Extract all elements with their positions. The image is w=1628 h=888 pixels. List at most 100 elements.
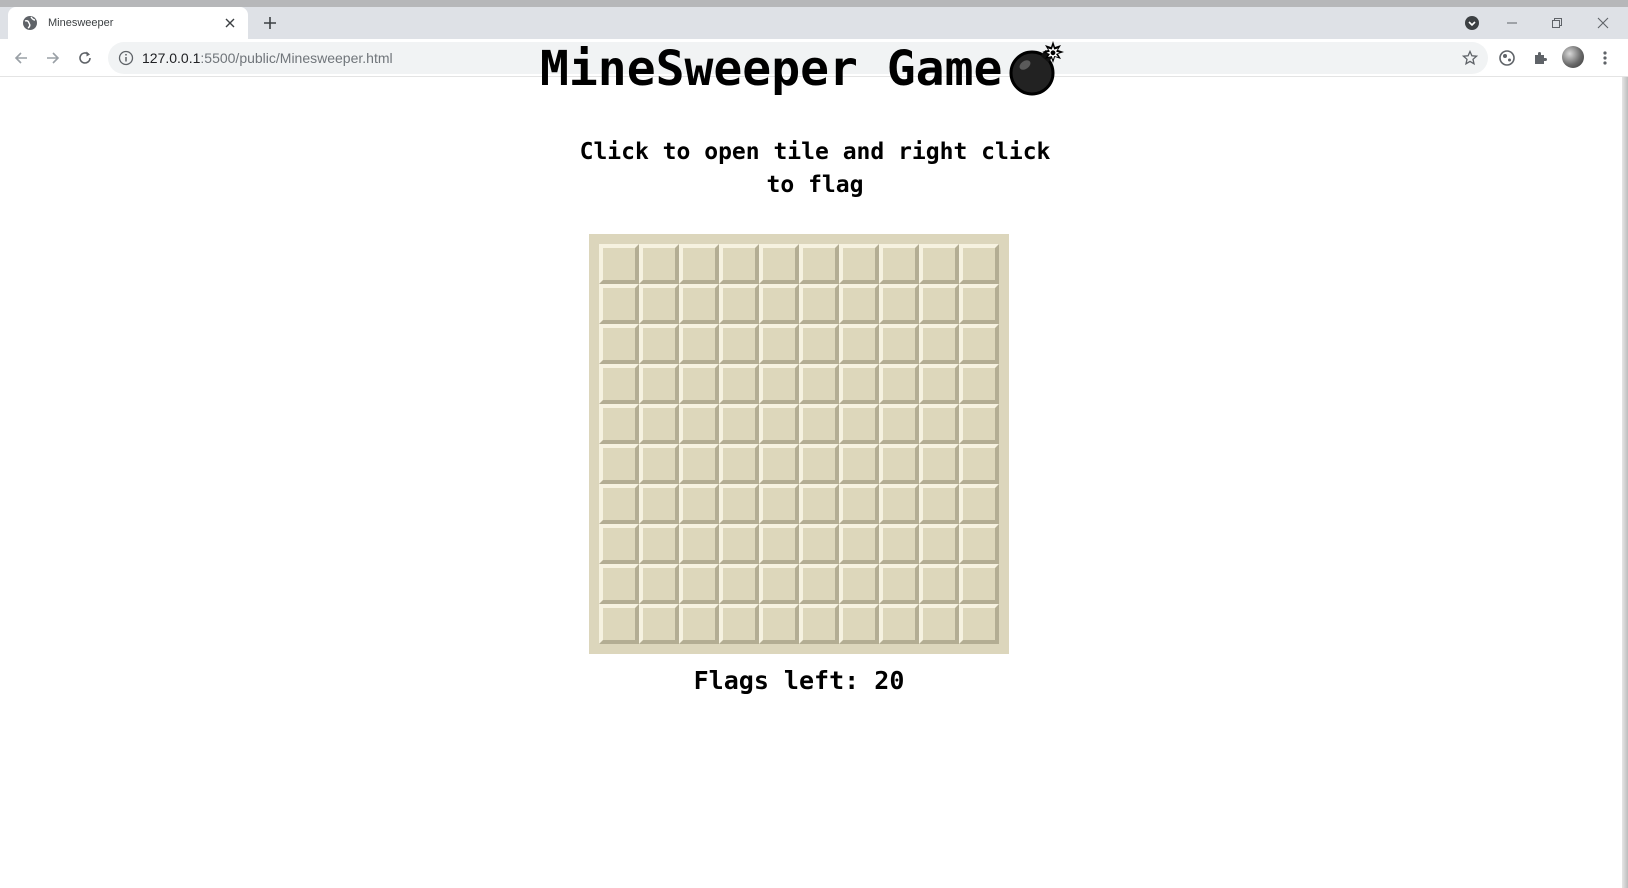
board-tile[interactable] bbox=[679, 404, 719, 444]
board-tile[interactable] bbox=[639, 284, 679, 324]
board-tile[interactable] bbox=[879, 324, 919, 364]
board-tile[interactable] bbox=[719, 484, 759, 524]
board-tile[interactable] bbox=[599, 524, 639, 564]
board-tile[interactable] bbox=[839, 284, 879, 324]
board-tile[interactable] bbox=[959, 244, 999, 284]
board-tile[interactable] bbox=[919, 524, 959, 564]
board-tile[interactable] bbox=[759, 244, 799, 284]
board-tile[interactable] bbox=[839, 524, 879, 564]
board-tile[interactable] bbox=[719, 404, 759, 444]
board-tile[interactable] bbox=[639, 564, 679, 604]
board-tile[interactable] bbox=[799, 564, 839, 604]
board-tile[interactable] bbox=[679, 524, 719, 564]
board-tile[interactable] bbox=[879, 444, 919, 484]
board-tile[interactable] bbox=[759, 444, 799, 484]
board-tile[interactable] bbox=[919, 444, 959, 484]
board-tile[interactable] bbox=[919, 564, 959, 604]
board-tile[interactable] bbox=[879, 364, 919, 404]
board-tile[interactable] bbox=[679, 364, 719, 404]
browser-menu-icon[interactable] bbox=[1594, 47, 1616, 69]
board-tile[interactable] bbox=[799, 284, 839, 324]
board-tile[interactable] bbox=[679, 284, 719, 324]
board-tile[interactable] bbox=[839, 564, 879, 604]
board-tile[interactable] bbox=[839, 404, 879, 444]
board-tile[interactable] bbox=[759, 404, 799, 444]
board-tile[interactable] bbox=[839, 244, 879, 284]
board-tile[interactable] bbox=[919, 404, 959, 444]
board-tile[interactable] bbox=[919, 364, 959, 404]
board-tile[interactable] bbox=[719, 444, 759, 484]
board-tile[interactable] bbox=[719, 564, 759, 604]
board-tile[interactable] bbox=[719, 604, 759, 644]
board-tile[interactable] bbox=[959, 604, 999, 644]
tab-search-button[interactable] bbox=[1462, 13, 1482, 33]
board-tile[interactable] bbox=[639, 524, 679, 564]
board-tile[interactable] bbox=[839, 604, 879, 644]
board-tile[interactable] bbox=[599, 444, 639, 484]
info-icon[interactable] bbox=[118, 50, 134, 66]
board-tile[interactable] bbox=[599, 404, 639, 444]
board-tile[interactable] bbox=[879, 404, 919, 444]
board-tile[interactable] bbox=[959, 484, 999, 524]
board-tile[interactable] bbox=[799, 524, 839, 564]
board-tile[interactable] bbox=[759, 604, 799, 644]
board-tile[interactable] bbox=[599, 564, 639, 604]
reload-button[interactable] bbox=[74, 47, 96, 69]
board-tile[interactable] bbox=[799, 444, 839, 484]
board-tile[interactable] bbox=[639, 444, 679, 484]
board-tile[interactable] bbox=[679, 444, 719, 484]
forward-button[interactable] bbox=[42, 47, 64, 69]
board-tile[interactable] bbox=[759, 524, 799, 564]
back-button[interactable] bbox=[10, 47, 32, 69]
board-tile[interactable] bbox=[719, 244, 759, 284]
board-tile[interactable] bbox=[959, 564, 999, 604]
board-tile[interactable] bbox=[759, 284, 799, 324]
board-tile[interactable] bbox=[719, 524, 759, 564]
board-tile[interactable] bbox=[679, 484, 719, 524]
board-tile[interactable] bbox=[639, 404, 679, 444]
close-window-button[interactable] bbox=[1593, 13, 1613, 33]
board-tile[interactable] bbox=[679, 564, 719, 604]
board-tile[interactable] bbox=[919, 604, 959, 644]
board-tile[interactable] bbox=[919, 484, 959, 524]
restore-button[interactable] bbox=[1547, 13, 1567, 33]
board-tile[interactable] bbox=[799, 364, 839, 404]
board-tile[interactable] bbox=[919, 244, 959, 284]
board-tile[interactable] bbox=[839, 484, 879, 524]
close-tab-icon[interactable] bbox=[222, 15, 238, 31]
board-tile[interactable] bbox=[759, 564, 799, 604]
board-tile[interactable] bbox=[959, 524, 999, 564]
board-tile[interactable] bbox=[799, 244, 839, 284]
board-tile[interactable] bbox=[839, 444, 879, 484]
board-tile[interactable] bbox=[599, 364, 639, 404]
minimize-button[interactable] bbox=[1502, 13, 1522, 33]
board-tile[interactable] bbox=[799, 324, 839, 364]
board-tile[interactable] bbox=[799, 604, 839, 644]
board-tile[interactable] bbox=[879, 484, 919, 524]
board-tile[interactable] bbox=[879, 564, 919, 604]
board-tile[interactable] bbox=[959, 444, 999, 484]
board-tile[interactable] bbox=[679, 324, 719, 364]
board-tile[interactable] bbox=[799, 404, 839, 444]
extensions-puzzle-icon[interactable] bbox=[1529, 47, 1551, 69]
extension-icon[interactable] bbox=[1496, 47, 1518, 69]
board-tile[interactable] bbox=[959, 404, 999, 444]
board-tile[interactable] bbox=[719, 324, 759, 364]
board-tile[interactable] bbox=[759, 324, 799, 364]
board-tile[interactable] bbox=[679, 604, 719, 644]
board-tile[interactable] bbox=[959, 284, 999, 324]
board-tile[interactable] bbox=[719, 284, 759, 324]
board-tile[interactable] bbox=[879, 244, 919, 284]
board-tile[interactable] bbox=[599, 324, 639, 364]
board-tile[interactable] bbox=[959, 324, 999, 364]
new-tab-button[interactable] bbox=[260, 13, 280, 33]
board-tile[interactable] bbox=[759, 484, 799, 524]
board-tile[interactable] bbox=[639, 484, 679, 524]
board-tile[interactable] bbox=[879, 284, 919, 324]
board-tile[interactable] bbox=[639, 364, 679, 404]
board-tile[interactable] bbox=[919, 284, 959, 324]
board-tile[interactable] bbox=[599, 284, 639, 324]
bookmark-star-icon[interactable] bbox=[1462, 50, 1478, 66]
profile-avatar[interactable] bbox=[1562, 46, 1584, 68]
board-tile[interactable] bbox=[919, 324, 959, 364]
